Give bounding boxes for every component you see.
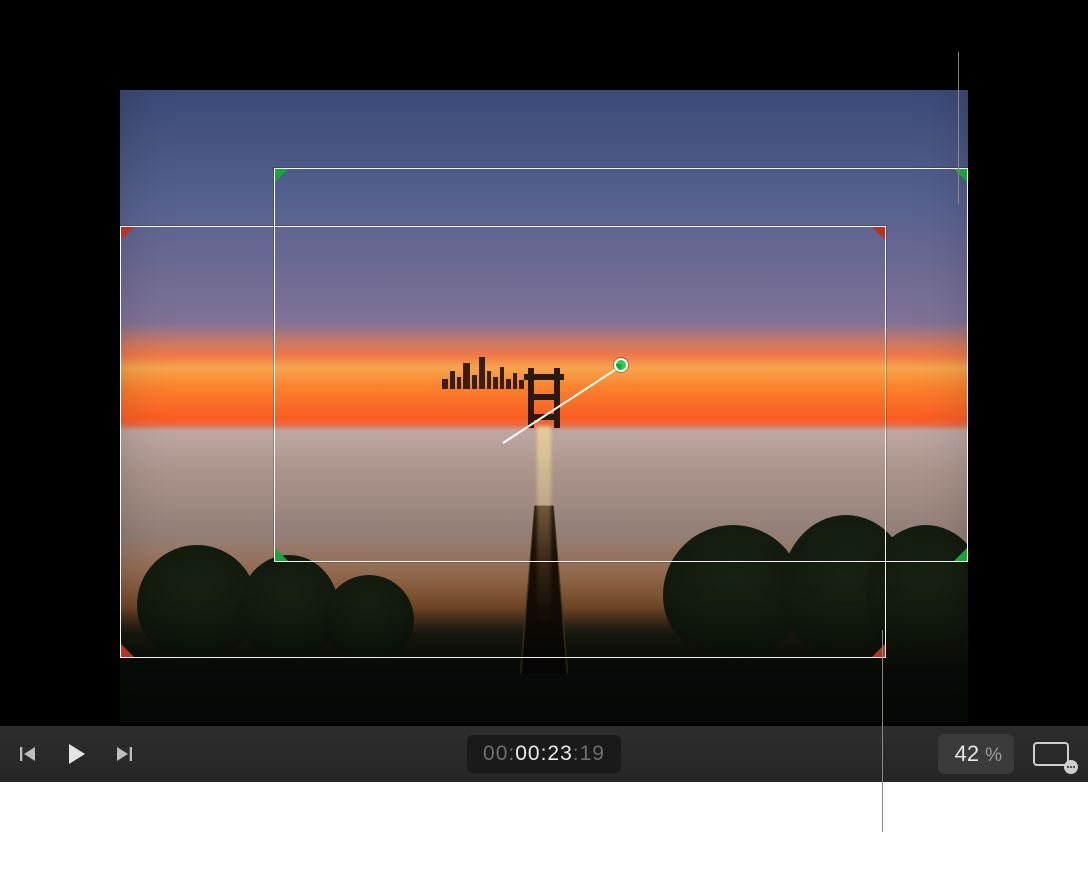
timecode-ff: 19	[580, 742, 605, 765]
start-resize-handle-bl[interactable]	[117, 643, 135, 661]
timecode-hh: 00	[483, 742, 508, 765]
end-resize-handle-bl[interactable]	[271, 547, 289, 565]
callout-guide-line	[958, 52, 959, 204]
timecode-ss: 23	[547, 742, 572, 765]
start-resize-handle-tl[interactable]	[117, 223, 135, 241]
play-icon	[63, 741, 89, 767]
canvas: 00:00:23:19 42 %	[0, 0, 1088, 891]
viewer-toolbar: 00:00:23:19 42 %	[0, 726, 1088, 782]
ellipsis-badge-icon	[1064, 760, 1078, 774]
zoom-unit: %	[985, 745, 1002, 767]
start-resize-handle-br[interactable]	[871, 643, 889, 661]
previous-edit-button[interactable]	[14, 740, 42, 768]
end-resize-handle-br[interactable]	[953, 547, 971, 565]
timecode-display: 00:00:23:19	[467, 735, 621, 773]
zoom-level-control[interactable]: 42 %	[938, 734, 1014, 774]
kenburns-motion-arrow-head[interactable]	[614, 358, 628, 372]
viewer-stage: 00:00:23:19 42 %	[0, 0, 1088, 782]
callout-guide-line	[882, 630, 883, 832]
end-resize-handle-tl[interactable]	[271, 165, 289, 183]
zoom-value: 42	[955, 741, 979, 767]
display-icon	[1033, 742, 1069, 766]
next-edit-button[interactable]	[110, 740, 138, 768]
end-resize-handle-tr[interactable]	[953, 165, 971, 183]
transport-controls	[14, 740, 138, 768]
play-button[interactable]	[62, 740, 90, 768]
skip-forward-icon	[114, 744, 134, 764]
timecode-mm: 00	[515, 742, 540, 765]
skip-back-icon	[18, 744, 38, 764]
view-options-button[interactable]	[1028, 738, 1074, 770]
